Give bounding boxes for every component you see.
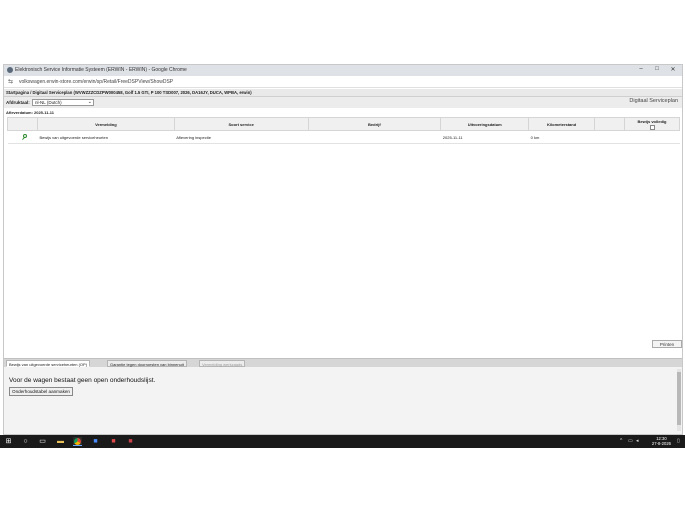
cell-blank: [594, 130, 625, 144]
search-taskbar-icon[interactable]: ○: [21, 437, 30, 446]
header-vermelding[interactable]: Vermelding: [36, 117, 175, 131]
tab-service-proof[interactable]: Bewijs van uitgevoerde serviceheurten (O…: [6, 360, 91, 367]
browser-window: Elektronisch Service Informatie Systeem …: [3, 64, 683, 435]
cell-bedrijf: [308, 130, 441, 144]
app-red-icon[interactable]: ■: [109, 437, 118, 446]
volume-icon[interactable]: ◂: [636, 438, 639, 444]
url-field[interactable]: volkswagen.erwin-store.com/erwin/sp/Reta…: [19, 79, 173, 85]
site-favicon-icon: [7, 67, 13, 73]
scrollbar-thumb[interactable]: [677, 372, 681, 425]
tab-rust-warranty[interactable]: Garantie tegen doorroesten van binnenuit: [107, 360, 187, 367]
header-kilometerstand[interactable]: Kilometerstand: [528, 117, 596, 131]
taskbar: ⊞ ○ ▭ ▬ ■ ■ ■ ^ ▭ ◂ 12:30 27-8-2026 ▯: [0, 435, 685, 448]
notifications-icon[interactable]: ▯: [677, 438, 680, 444]
cell-uitvoeringsdatum: 2025-11-11: [440, 130, 529, 144]
cell-soort-service: Aflevering inspectie: [174, 130, 309, 144]
app-blue-icon[interactable]: ■: [91, 437, 100, 446]
system-clock[interactable]: 12:30 27-8-2026: [652, 436, 671, 446]
clock-date: 27-8-2026: [651, 441, 671, 446]
print-button[interactable]: Printen: [652, 340, 682, 348]
header-soort-service[interactable]: Soort service: [173, 117, 309, 131]
address-bar: ⇆ volkswagen.erwin-store.com/erwin/sp/Re…: [4, 76, 682, 88]
minimize-button[interactable]: –: [636, 66, 646, 72]
breadcrumb: Startpagina / Digitaal Serviceplan (WVWZ…: [4, 89, 682, 97]
window-title: Elektronisch Service Informatie Systeem …: [15, 67, 187, 73]
chevron-down-icon: ⌄: [87, 99, 92, 105]
header-bedrijf[interactable]: Bedrijf: [307, 117, 442, 131]
close-button[interactable]: ✕: [668, 66, 678, 73]
file-explorer-icon[interactable]: ▬: [56, 437, 65, 446]
cell-kilometerstand: 0 km: [528, 130, 595, 144]
section-title: Digitaal Serviceplan: [629, 98, 678, 104]
cell-bewijs-volledig: [624, 130, 680, 144]
toolbar: Afdruktaal: nl-NL (Dutch) ⌄ Digitaal Ser…: [4, 97, 682, 108]
table-row[interactable]: Bewijs van uitgevoerde serviceheurten Af…: [7, 130, 680, 144]
header-blank: [594, 117, 626, 131]
language-select-value: nl-NL (Dutch): [35, 100, 62, 105]
task-view-icon[interactable]: ▭: [38, 437, 47, 446]
tab-strip: Bewijs van uitgevoerde serviceheurten (O…: [4, 358, 682, 367]
windows-start-icon[interactable]: ⊞: [4, 437, 13, 446]
row-search-cell: [7, 130, 38, 144]
chrome-icon[interactable]: [73, 437, 82, 446]
header-icon-col: [7, 117, 38, 131]
breadcrumb-text: Startpagina / Digitaal Serviceplan (WVWZ…: [6, 90, 252, 95]
network-icon[interactable]: ▭: [628, 438, 633, 444]
create-maintenance-table-button[interactable]: Onderhoudstabel aanmaken: [9, 387, 73, 396]
no-maintenance-message: Voor de wagen bestaat geen open onderhou…: [9, 377, 156, 384]
search-icon[interactable]: [21, 133, 28, 140]
tab-work-notes: Vermelding werkzaads: [199, 360, 246, 367]
maximize-button[interactable]: □: [652, 66, 662, 72]
language-label: Afdruktaal:: [6, 100, 30, 105]
cell-vermelding: Bewijs van uitgevoerde serviceheurten: [37, 130, 175, 144]
select-all-checkbox[interactable]: [649, 124, 655, 130]
panel-scrollbar[interactable]: [677, 369, 681, 431]
header-bewijs-volledig: Bewijs volledig: [624, 117, 680, 131]
title-bar: Elektronisch Service Informatie Systeem …: [4, 65, 682, 76]
tray-chevron-up-icon[interactable]: ^: [620, 438, 622, 444]
delivery-date: Afleverdatum: 2025-11-11: [6, 110, 55, 115]
site-settings-icon[interactable]: ⇆: [8, 78, 13, 85]
header-uitvoeringsdatum[interactable]: Uitvoeringsdatum: [440, 117, 530, 131]
table-header-row: Vermelding Soort service Bedrijf Uitvoer…: [7, 117, 680, 131]
service-table: Vermelding Soort service Bedrijf Uitvoer…: [7, 117, 680, 144]
app-red2-icon[interactable]: ■: [126, 437, 135, 446]
tab-panel: Voor de wagen bestaat geen open onderhou…: [4, 367, 682, 434]
language-select[interactable]: nl-NL (Dutch) ⌄: [32, 99, 94, 106]
header-bewijs-volledig-label: Bewijs volledig: [637, 118, 667, 124]
